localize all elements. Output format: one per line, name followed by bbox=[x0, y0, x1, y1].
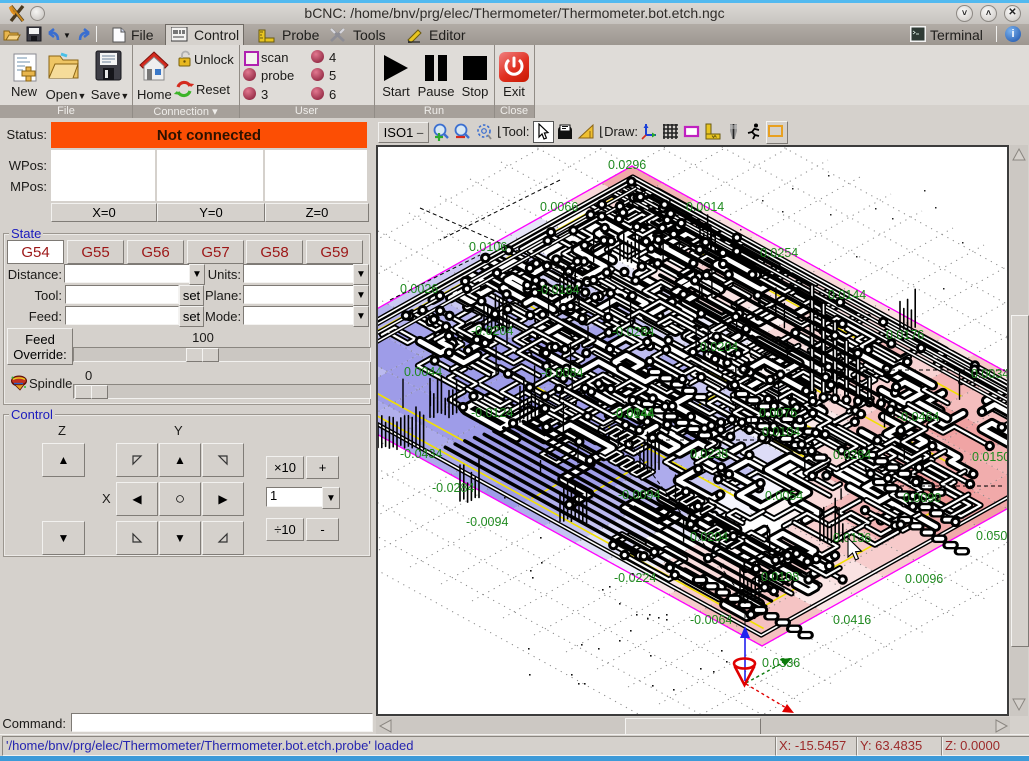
svg-text:0.0106: 0.0106 bbox=[469, 240, 507, 254]
svg-text:-0.0084: -0.0084 bbox=[541, 366, 583, 380]
svg-text:0.0108: 0.0108 bbox=[761, 570, 799, 584]
svg-text:0.0014: 0.0014 bbox=[686, 200, 724, 214]
svg-text:0.0150: 0.0150 bbox=[972, 450, 1007, 464]
svg-text:-0.0464: -0.0464 bbox=[897, 410, 939, 424]
svg-text:0.0026: 0.0026 bbox=[400, 282, 438, 296]
svg-text:-0.0094: -0.0094 bbox=[618, 488, 660, 502]
svg-text:0.0296: 0.0296 bbox=[608, 158, 646, 172]
svg-text:0.0044: 0.0044 bbox=[616, 406, 654, 420]
svg-text:-0.0434: -0.0434 bbox=[400, 447, 442, 461]
svg-text:0.0054: 0.0054 bbox=[765, 489, 803, 503]
svg-text:0.0204: 0.0204 bbox=[690, 530, 728, 544]
svg-text:0.0066: 0.0066 bbox=[540, 200, 578, 214]
svg-text:0.0176: 0.0176 bbox=[886, 328, 924, 342]
svg-text:-0.0284: -0.0284 bbox=[432, 481, 474, 495]
svg-text:-0.0284: -0.0284 bbox=[612, 325, 654, 339]
svg-text:-0.0064: -0.0064 bbox=[690, 613, 732, 627]
svg-text:0.0254: 0.0254 bbox=[760, 246, 798, 260]
svg-text:-0.0124: -0.0124 bbox=[471, 406, 513, 420]
svg-text:0.050: 0.050 bbox=[976, 529, 1007, 543]
svg-text:0.0034: 0.0034 bbox=[971, 367, 1007, 381]
svg-text:0.0076: 0.0076 bbox=[759, 406, 797, 420]
svg-text:0.0336: 0.0336 bbox=[762, 656, 800, 670]
svg-text:0.0284: 0.0284 bbox=[833, 448, 871, 462]
svg-text:0.0416: 0.0416 bbox=[833, 613, 871, 627]
svg-text:-0.0224: -0.0224 bbox=[614, 571, 656, 585]
svg-text:0.0090: 0.0090 bbox=[903, 491, 941, 505]
svg-text:0.0204: 0.0204 bbox=[700, 340, 738, 354]
svg-text:0.0238: 0.0238 bbox=[690, 447, 728, 461]
svg-text:0.0044: 0.0044 bbox=[404, 365, 442, 379]
svg-text:0.0104: 0.0104 bbox=[762, 425, 800, 439]
svg-text:-0.0204: -0.0204 bbox=[471, 324, 513, 338]
svg-text:-0.0094: -0.0094 bbox=[466, 515, 508, 529]
svg-text:0.0144: 0.0144 bbox=[828, 288, 866, 302]
svg-text:-0.0164: -0.0164 bbox=[537, 283, 579, 297]
svg-text:0.0096: 0.0096 bbox=[905, 572, 943, 586]
